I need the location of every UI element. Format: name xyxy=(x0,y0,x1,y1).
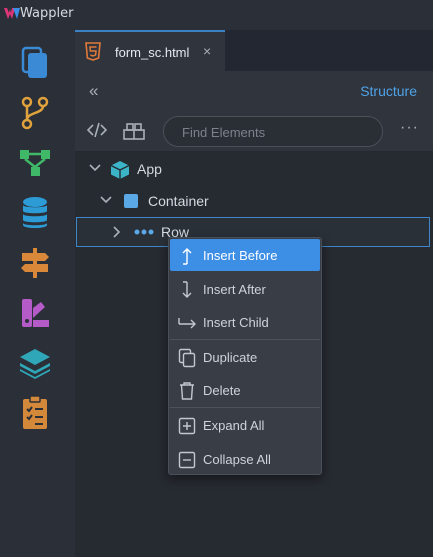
close-tab-icon[interactable]: × xyxy=(203,43,211,59)
collapse-panel-icon[interactable]: « xyxy=(89,81,98,101)
menu-item-duplicate[interactable]: Duplicate xyxy=(170,341,320,373)
app-cube-icon xyxy=(110,161,130,179)
tab-strip: form_sc.html × xyxy=(75,30,433,71)
workflows-icon[interactable] xyxy=(15,143,55,183)
menu-separator xyxy=(170,407,320,408)
title-bar: Wappler xyxy=(0,0,433,30)
wappler-logo-icon xyxy=(4,8,20,19)
insert-before-icon xyxy=(182,248,192,265)
menu-item-label: Insert Before xyxy=(203,248,278,263)
menu-item-delete[interactable]: Delete xyxy=(170,374,320,406)
menu-item-insert-after[interactable]: Insert After xyxy=(170,273,320,305)
menu-item-expand-all[interactable]: Expand All xyxy=(170,409,320,441)
menu-item-label: Delete xyxy=(203,383,241,398)
duplicate-icon xyxy=(178,348,196,368)
routing-icon[interactable] xyxy=(15,243,55,283)
layers-icon[interactable] xyxy=(15,343,55,383)
expand-all-icon xyxy=(178,417,196,435)
menu-item-collapse-all[interactable]: Collapse All xyxy=(170,443,320,475)
pages-icon[interactable] xyxy=(15,43,55,83)
menu-item-insert-child[interactable]: Insert Child xyxy=(170,306,320,338)
container-square-icon xyxy=(124,194,138,208)
activity-bar xyxy=(0,30,72,557)
context-menu: Insert Before Insert After Insert Child … xyxy=(168,237,322,475)
app-name: Wappler xyxy=(20,6,74,21)
menu-separator xyxy=(170,339,320,340)
tree-node-label: Container xyxy=(148,193,209,209)
trash-icon xyxy=(180,382,194,400)
structure-tab[interactable]: Structure xyxy=(360,83,417,99)
design-icon[interactable] xyxy=(15,293,55,333)
git-icon[interactable] xyxy=(15,93,55,133)
panel-header: « Structure xyxy=(75,71,433,112)
menu-item-label: Expand All xyxy=(203,418,265,433)
chevron-down-icon[interactable] xyxy=(89,161,101,175)
tree-node-container[interactable]: Container xyxy=(75,186,433,216)
chevron-down-icon[interactable] xyxy=(100,193,112,207)
menu-item-label: Collapse All xyxy=(203,452,271,467)
html5-icon xyxy=(85,42,101,61)
chevron-right-icon[interactable] xyxy=(112,225,122,239)
row-dots-icon xyxy=(134,229,154,235)
insert-child-icon xyxy=(178,318,196,329)
tab-label: form_sc.html xyxy=(115,45,190,60)
menu-item-label: Insert After xyxy=(203,282,266,297)
tree-node-app[interactable]: App xyxy=(75,154,433,184)
find-elements-field[interactable] xyxy=(163,116,383,147)
code-view-icon[interactable] xyxy=(87,121,107,139)
menu-item-label: Insert Child xyxy=(203,315,269,330)
tasks-icon[interactable] xyxy=(15,393,55,433)
menu-item-insert-before[interactable]: Insert Before xyxy=(170,239,320,271)
tab-form-sc[interactable]: form_sc.html × xyxy=(75,30,225,71)
components-icon[interactable] xyxy=(122,121,146,141)
search-input[interactable] xyxy=(180,124,364,141)
tree-node-label: App xyxy=(137,161,162,177)
database-icon[interactable] xyxy=(15,193,55,233)
collapse-all-icon xyxy=(178,451,196,469)
more-options-icon[interactable]: ··· xyxy=(400,119,419,137)
menu-item-label: Duplicate xyxy=(203,350,258,365)
insert-after-icon xyxy=(182,281,192,298)
structure-toolbar: ··· xyxy=(75,111,433,151)
